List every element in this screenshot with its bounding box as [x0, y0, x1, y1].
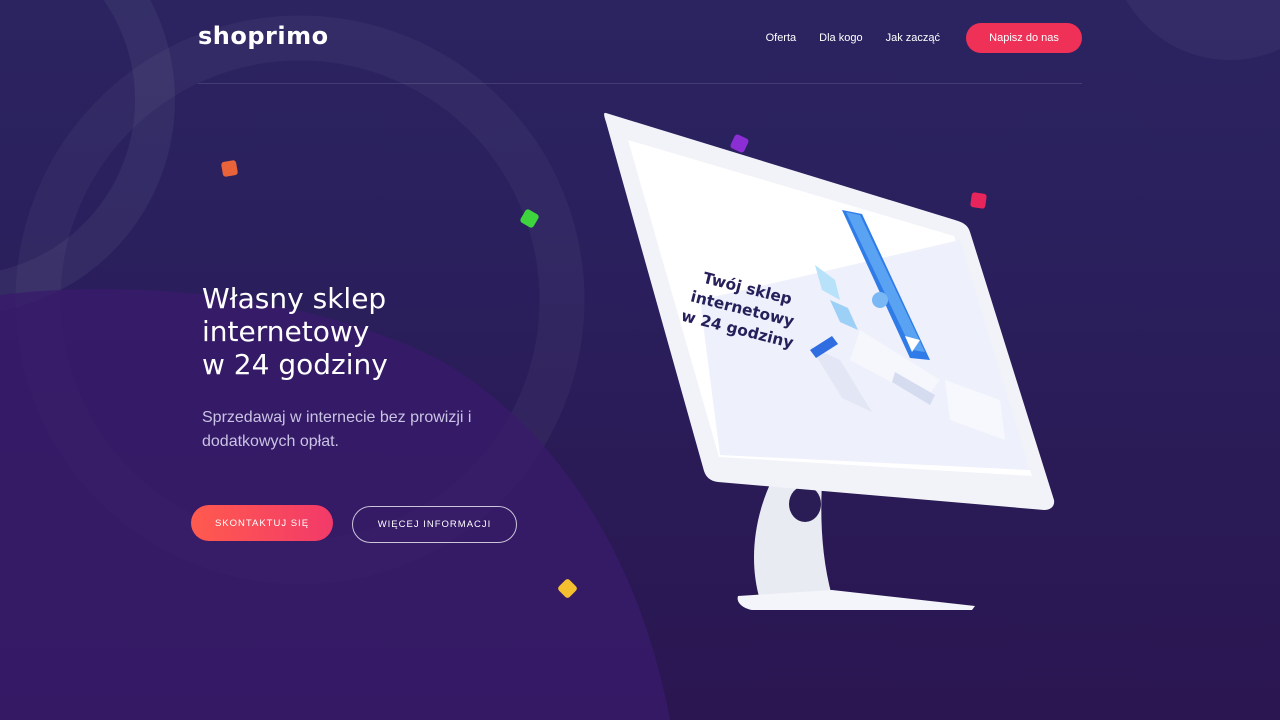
- logo[interactable]: shoprimo: [198, 22, 329, 50]
- contact-button[interactable]: Napisz do nas: [966, 23, 1082, 53]
- site-header: shoprimo Oferta Dla kogo Jak zacząć Napi…: [198, 0, 1082, 84]
- main-nav: Oferta Dla kogo Jak zacząć Napisz do nas: [766, 23, 1082, 53]
- more-info-button[interactable]: Więcej informacji: [352, 506, 517, 543]
- monitor-illustration: [604, 112, 1055, 610]
- nav-item-jak-zaczac[interactable]: Jak zacząć: [886, 32, 940, 44]
- header-divider: [198, 83, 1082, 84]
- orange-square-shape: [220, 159, 239, 178]
- nav-item-dla-kogo[interactable]: Dla kogo: [819, 32, 862, 44]
- nav-item-oferta[interactable]: Oferta: [766, 32, 797, 44]
- hero-title: Własny sklep internetowy w 24 godziny: [202, 282, 388, 381]
- hero-subtitle: Sprzedawaj w internecie bez prowizji i d…: [202, 409, 472, 450]
- contact-us-button[interactable]: Skontaktuj się: [191, 505, 333, 541]
